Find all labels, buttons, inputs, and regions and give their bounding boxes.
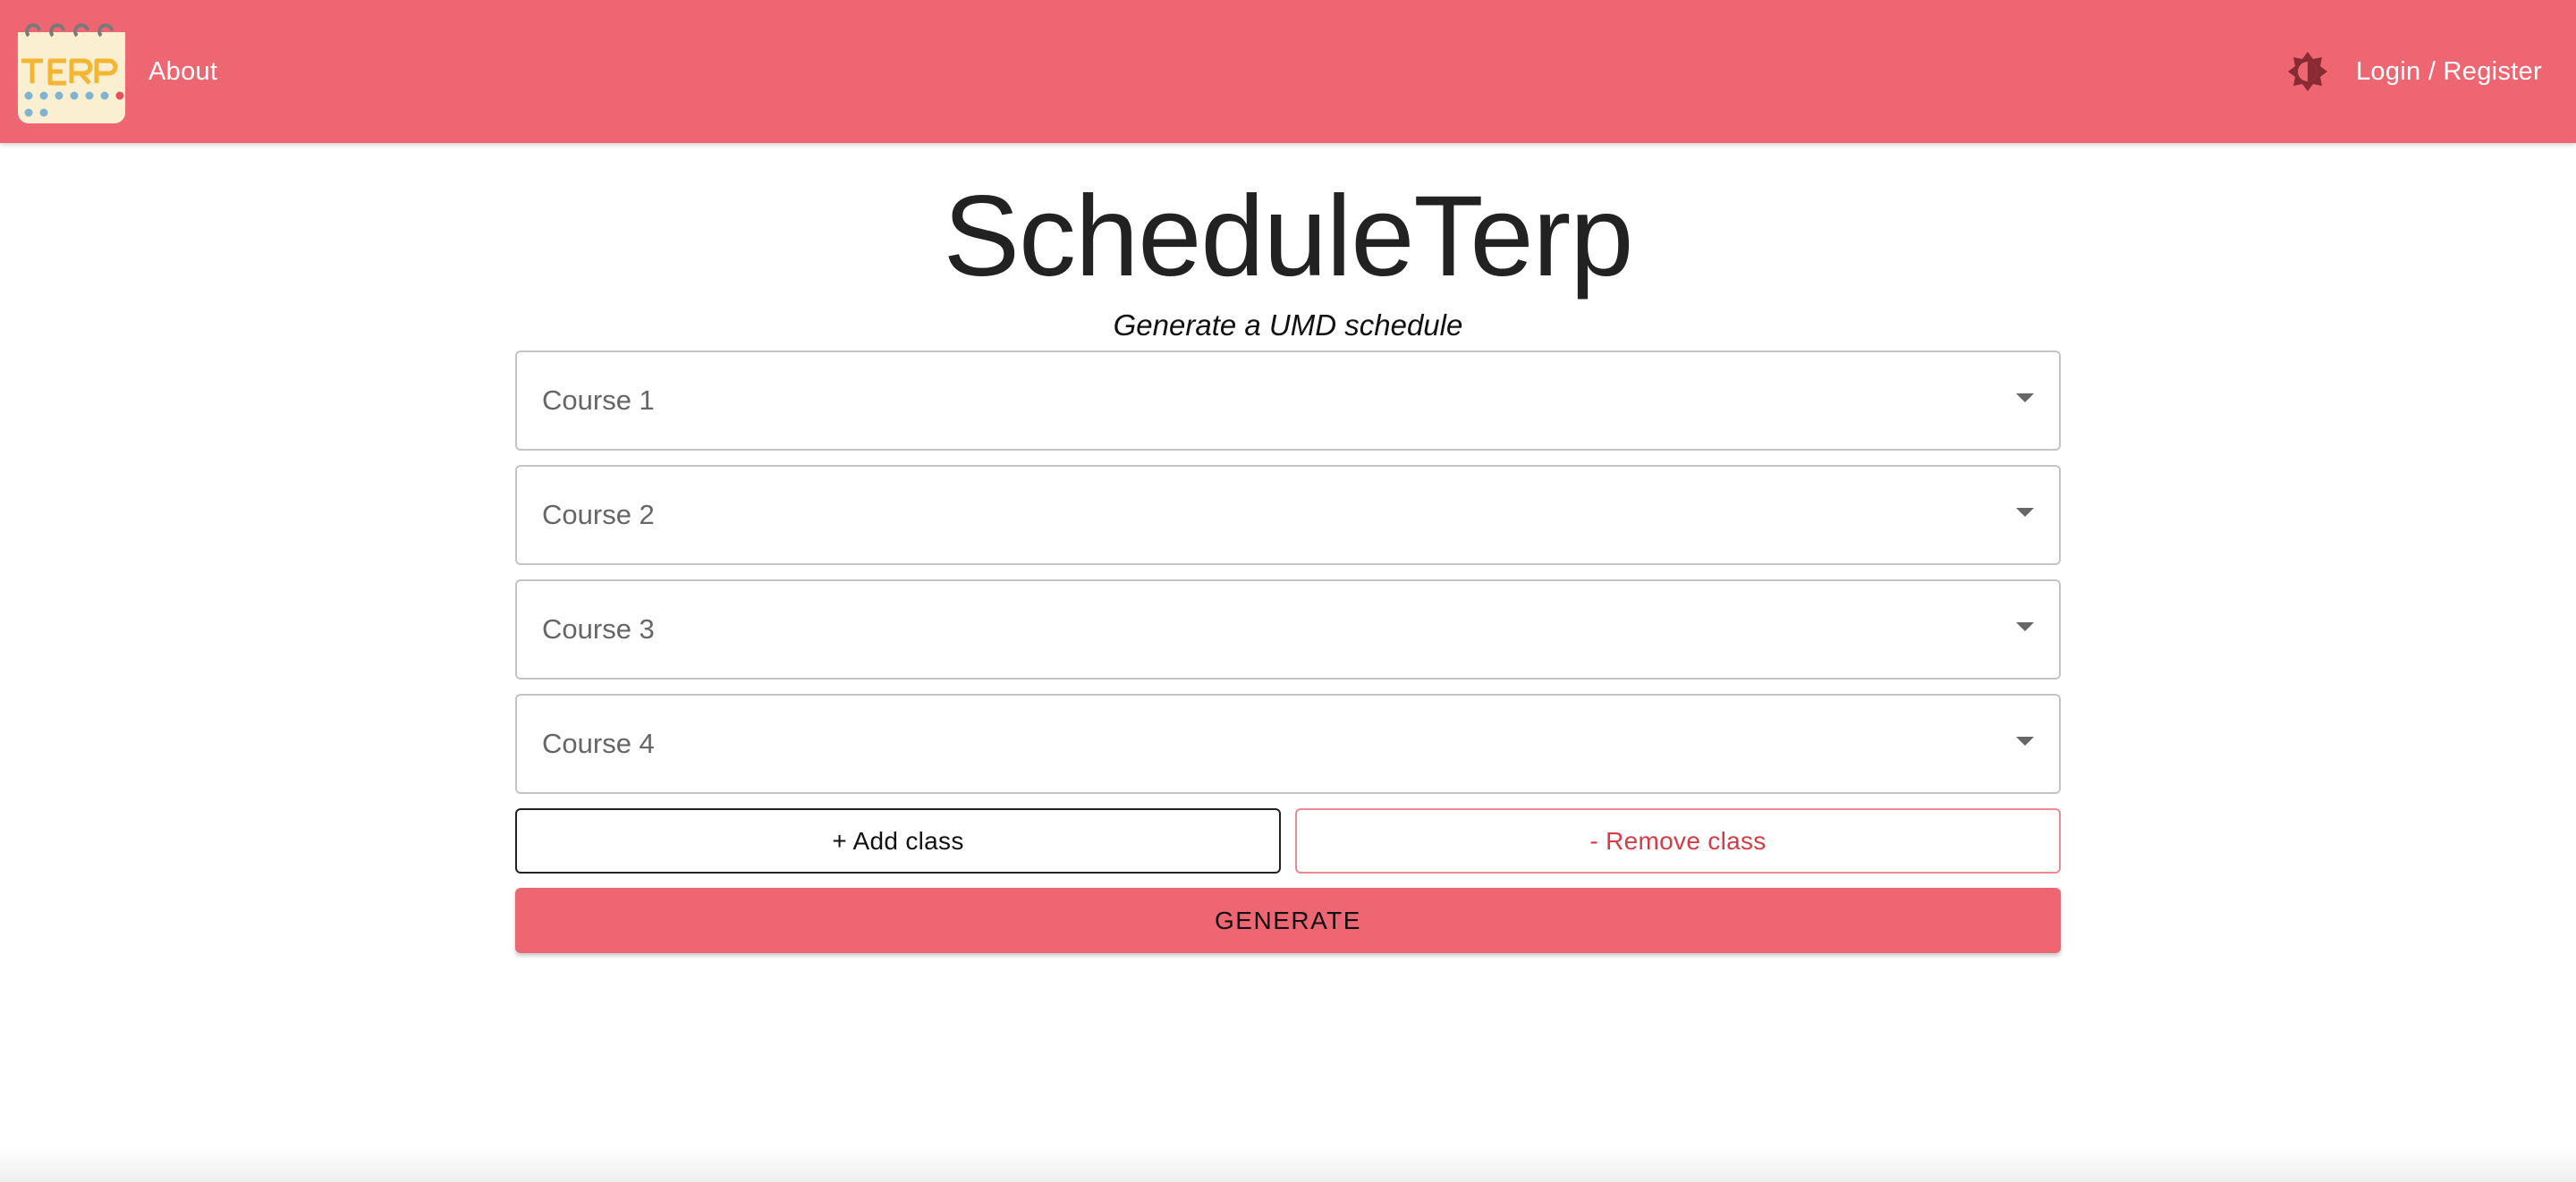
- chevron-down-icon: [2016, 508, 2034, 517]
- course-select-label: Course 3: [542, 613, 655, 645]
- login-register-link[interactable]: Login / Register: [2356, 52, 2542, 91]
- course-select-2[interactable]: Course 2: [515, 465, 2061, 565]
- app-header: About Login / Register: [0, 0, 2576, 143]
- page-title: ScheduleTerp: [943, 173, 1634, 300]
- course-select-label: Course 4: [542, 728, 655, 759]
- course-select-1[interactable]: Course 1: [515, 350, 2061, 451]
- course-select-label: Course 1: [542, 384, 655, 416]
- chevron-down-icon: [2016, 393, 2034, 402]
- add-class-button[interactable]: + Add class: [515, 808, 1281, 874]
- brightness-icon[interactable]: [2286, 50, 2329, 93]
- course-select-label: Course 2: [542, 499, 655, 530]
- terp-logo[interactable]: [16, 16, 127, 125]
- course-select-3[interactable]: Course 3: [515, 579, 2061, 680]
- course-select-4[interactable]: Course 4: [515, 694, 2061, 794]
- generate-button[interactable]: GENERATE: [515, 888, 2061, 953]
- chevron-down-icon: [2016, 737, 2034, 746]
- chevron-down-icon: [2016, 622, 2034, 631]
- bottom-shadow: [0, 1146, 2576, 1182]
- remove-class-button[interactable]: - Remove class: [1295, 808, 2061, 874]
- page-subtitle: Generate a UMD schedule: [1113, 308, 1463, 342]
- about-link[interactable]: About: [148, 52, 217, 91]
